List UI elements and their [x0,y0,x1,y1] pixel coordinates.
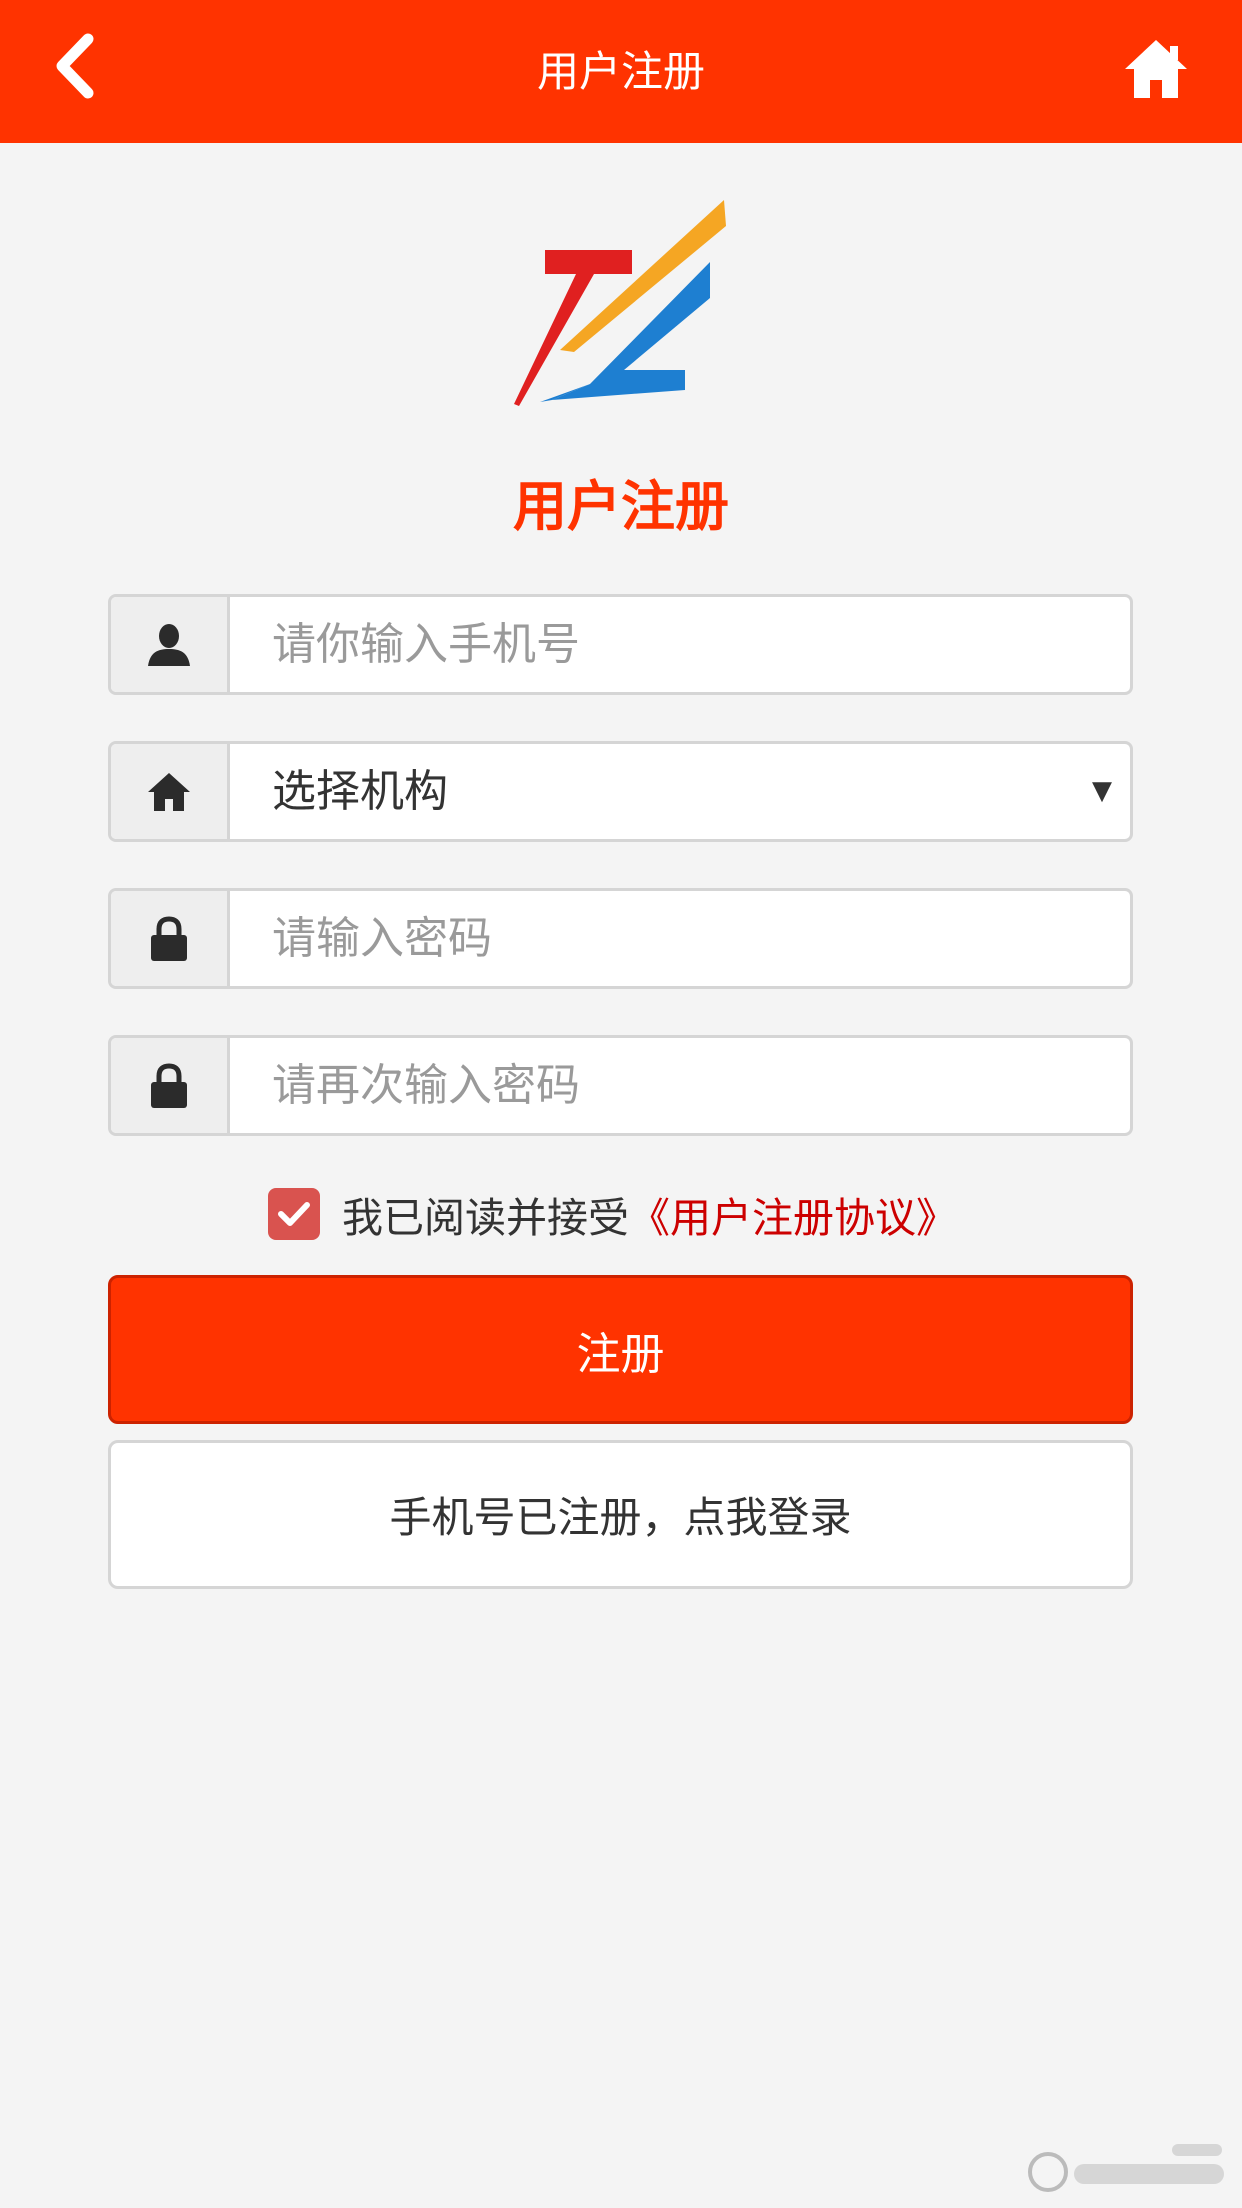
login-link-button[interactable]: 手机号已注册，点我登录 [108,1440,1133,1589]
page-title: 用户注册 [513,475,729,538]
institution-field-group[interactable]: 选择机构 ▼ [108,741,1133,842]
header-title: 用户注册 [536,47,705,96]
phone-addon [111,597,230,692]
institution-addon [111,744,230,839]
password-confirm-addon [111,1038,230,1133]
z-logo-icon [514,200,726,406]
phone-input[interactable] [230,597,1130,692]
agreement-row: 我已阅读并接受 《用户注册协议》 [268,1184,957,1244]
home-icon [1125,40,1187,98]
password-addon [111,891,230,986]
watermark-logo-icon [1028,2144,1224,2192]
password-confirm-input[interactable] [230,1038,1130,1133]
password-input[interactable] [230,891,1130,986]
dropdown-arrow-icon[interactable]: ▼ [1092,744,1112,839]
lock-icon [151,915,187,961]
agreement-link[interactable]: 《用户注册协议》 [629,1184,957,1244]
register-button[interactable]: 注册 [108,1275,1133,1424]
checkmark-icon [278,1202,310,1226]
user-icon [148,623,190,666]
password-field-group [108,888,1133,989]
lock-icon [151,1062,187,1108]
phone-field-group [108,594,1133,695]
password-confirm-field-group [108,1035,1133,1136]
brand-logo [510,200,732,410]
home-button[interactable] [1108,24,1204,114]
agreement-checkbox[interactable] [268,1188,320,1240]
watermark [1022,2138,1232,2200]
home-icon [148,772,190,811]
top-bar: 用户注册 [0,0,1242,143]
institution-select[interactable]: 选择机构 [272,744,448,839]
agreement-text: 我已阅读并接受 [342,1194,629,1242]
